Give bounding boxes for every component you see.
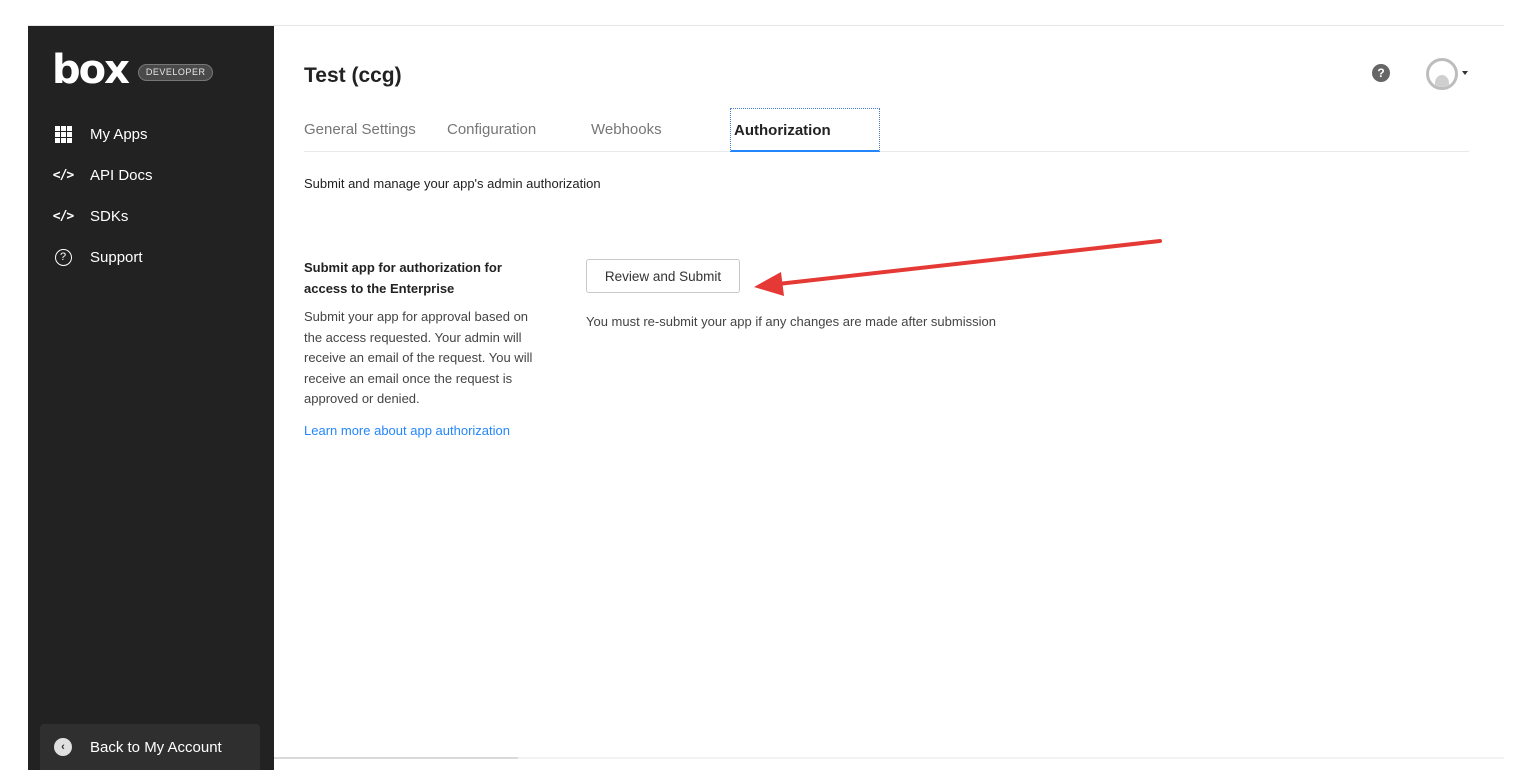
- box-developer-logo[interactable]: box DEVELOPER: [52, 47, 214, 93]
- sidebar-item-sdks[interactable]: </> SDKs: [28, 196, 274, 237]
- back-to-account-label: Back to My Account: [90, 738, 222, 756]
- horizontal-scrollbar[interactable]: [274, 757, 518, 759]
- sidebar-item-my-apps[interactable]: My Apps: [28, 114, 274, 155]
- review-and-submit-button[interactable]: Review and Submit: [586, 259, 740, 293]
- tab-webhooks[interactable]: Webhooks: [591, 108, 662, 152]
- grid-icon: [52, 126, 74, 144]
- sidebar-item-support[interactable]: ? Support: [28, 237, 274, 278]
- chevron-left-circle-icon: ‹: [54, 738, 72, 756]
- tab-general-settings[interactable]: General Settings: [304, 108, 416, 152]
- developer-badge: DEVELOPER: [137, 63, 214, 81]
- page-subtitle: Submit and manage your app's admin autho…: [304, 176, 601, 191]
- sidebar-item-label: Support: [90, 249, 143, 266]
- code-icon: </>: [52, 209, 74, 224]
- code-icon: </>: [52, 168, 74, 183]
- box-logo: box: [52, 47, 130, 93]
- page-title: Test (ccg): [304, 64, 402, 87]
- sidebar-item-label: SDKs: [90, 208, 129, 225]
- sidebar-nav: My Apps </> API Docs </> SDKs ? Support: [28, 114, 274, 278]
- sidebar-item-label: API Docs: [90, 167, 153, 184]
- tab-bar: General Settings Configuration Webhooks …: [304, 108, 1469, 152]
- scroll-track: [518, 757, 1504, 759]
- main-content: Test (ccg) ? General Settings Configurat…: [274, 26, 1504, 770]
- section-description: Submit your app for approval based on th…: [304, 309, 533, 406]
- help-icon[interactable]: ?: [1372, 64, 1390, 82]
- sidebar-item-api-docs[interactable]: </> API Docs: [28, 155, 274, 196]
- sidebar: box DEVELOPER My Apps </> API Docs </> S…: [28, 26, 274, 770]
- tab-configuration[interactable]: Configuration: [447, 108, 536, 152]
- question-circle-icon: ?: [52, 249, 74, 267]
- resubmit-note: You must re-submit your app if any chang…: [586, 314, 996, 329]
- sidebar-item-label: My Apps: [90, 126, 148, 143]
- learn-more-link[interactable]: Learn more about app authorization: [304, 423, 510, 438]
- section-title: Submit app for authorization for access …: [304, 260, 502, 296]
- back-to-account-button[interactable]: ‹ Back to My Account: [40, 724, 260, 770]
- chevron-down-icon[interactable]: [1462, 71, 1468, 75]
- avatar[interactable]: [1426, 58, 1458, 90]
- tab-authorization[interactable]: Authorization: [730, 108, 880, 152]
